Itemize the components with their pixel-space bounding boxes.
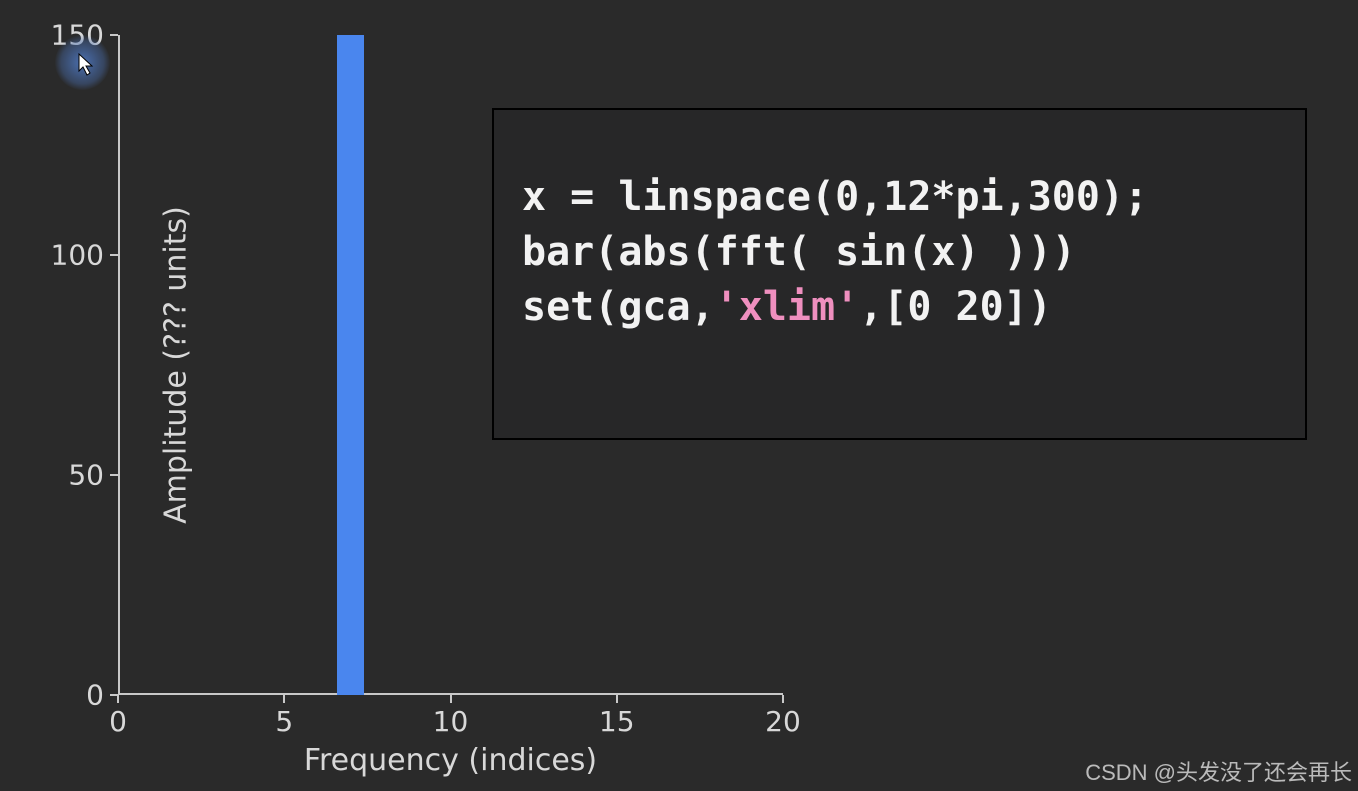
y-axis-line: [118, 35, 120, 695]
code-line-2: bar(abs(fft( sin(x) ))): [522, 229, 1076, 275]
x-tick: [450, 695, 452, 703]
y-tick-label: 0: [86, 679, 104, 712]
x-tick-label: 0: [109, 705, 127, 738]
x-tick: [117, 695, 119, 703]
chart-stage: Frequency (indices) Amplitude (??? units…: [0, 0, 1358, 791]
x-tick: [616, 695, 618, 703]
x-tick: [283, 695, 285, 703]
code-line-1: x = linspace(0,12*pi,300);: [522, 174, 1148, 220]
y-tick: [110, 694, 118, 696]
x-axis-label: Frequency (indices): [304, 743, 597, 778]
x-tick-label: 5: [275, 705, 293, 738]
cursor-icon: [78, 53, 96, 77]
y-tick: [110, 34, 118, 36]
watermark-text: CSDN @头发没了还会再长: [1085, 755, 1352, 787]
code-text: x = linspace(0,12*pi,300); bar(abs(fft( …: [522, 170, 1279, 334]
x-tick-label: 20: [765, 705, 801, 738]
bar: [337, 35, 364, 695]
y-tick-label: 50: [68, 459, 104, 492]
code-string-literal: 'xlim': [715, 284, 860, 330]
y-axis-label: Amplitude (??? units): [158, 206, 193, 524]
y-tick: [110, 254, 118, 256]
x-tick-label: 15: [599, 705, 635, 738]
code-line-3b: ,[0 20]): [859, 284, 1052, 330]
y-tick-label: 100: [51, 239, 104, 272]
y-tick-label: 150: [51, 19, 104, 52]
x-tick: [782, 695, 784, 703]
y-tick: [110, 474, 118, 476]
code-line-3a: set(gca,: [522, 284, 715, 330]
code-overlay: x = linspace(0,12*pi,300); bar(abs(fft( …: [492, 108, 1307, 440]
x-tick-label: 10: [433, 705, 469, 738]
